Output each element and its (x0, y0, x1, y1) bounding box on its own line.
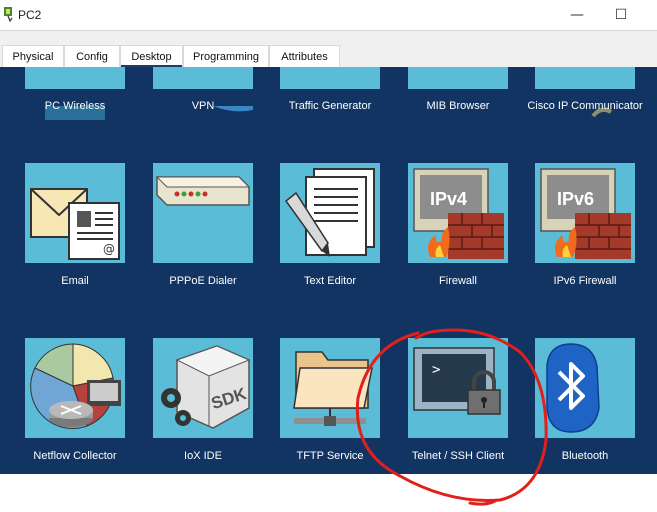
tab-config[interactable]: Config (64, 45, 120, 67)
email-icon: @ (25, 163, 125, 263)
app-label: VPN (191, 100, 215, 112)
app-label: Cisco IP Communicator (527, 100, 643, 112)
ipv6-firewall-icon: IPv6 (535, 163, 635, 263)
app-label: Firewall (439, 275, 477, 287)
minimize-button[interactable]: — (560, 4, 594, 26)
app-label: Netflow Collector (33, 450, 117, 462)
tab-physical[interactable]: Physical (2, 45, 64, 67)
app-label: Bluetooth (561, 450, 609, 462)
bottom-area (0, 474, 657, 512)
app-label: IPv6 Firewall (553, 275, 617, 287)
traffic-generator-icon (280, 67, 380, 89)
app-label: MIB Browser (426, 100, 490, 112)
tab-strip: Physical Config Desktop Programming Attr… (0, 30, 657, 68)
firewall-icon: IPv4 (408, 163, 508, 263)
app-label: Email (61, 275, 89, 287)
firewall-badge: IPv4 (430, 189, 467, 209)
window-title: PC2 (18, 8, 42, 22)
terminal-prompt: > (432, 362, 440, 378)
netflow-collector-icon (25, 338, 125, 438)
title-bar: PC2 — ☐ (0, 0, 657, 30)
bluetooth-icon (535, 338, 635, 438)
tab-desktop[interactable]: Desktop (120, 45, 183, 68)
app-label: Text Editor (304, 275, 356, 287)
ipv6-firewall-badge: IPv6 (557, 189, 594, 209)
maximize-button[interactable]: ☐ (604, 4, 638, 26)
svg-text:@: @ (103, 242, 115, 256)
app-label: IoX IDE (184, 450, 222, 462)
tftp-service-icon (280, 338, 380, 438)
text-editor-icon (280, 163, 380, 263)
vpn-icon (153, 67, 253, 112)
app-icon (4, 7, 13, 22)
app-label: TFTP Service (296, 450, 364, 462)
app-label: PPPoE Dialer (169, 275, 237, 287)
pppoe-dialer-icon (153, 163, 253, 263)
telnet-ssh-icon: > (408, 338, 508, 438)
pc-wireless-icon (25, 67, 125, 120)
mib-browser-icon (408, 67, 508, 89)
tab-attributes[interactable]: Attributes (269, 45, 340, 67)
app-label: Telnet / SSH Client (411, 450, 505, 462)
app-label: PC Wireless (44, 100, 106, 112)
desktop-panel: PC Wireless VPN Traffic Generator MIB Br… (0, 67, 657, 474)
tab-programming[interactable]: Programming (183, 45, 269, 67)
ip-communicator-icon (535, 67, 635, 118)
iox-ide-icon: SDK (153, 338, 253, 438)
app-label: Traffic Generator (288, 100, 372, 112)
